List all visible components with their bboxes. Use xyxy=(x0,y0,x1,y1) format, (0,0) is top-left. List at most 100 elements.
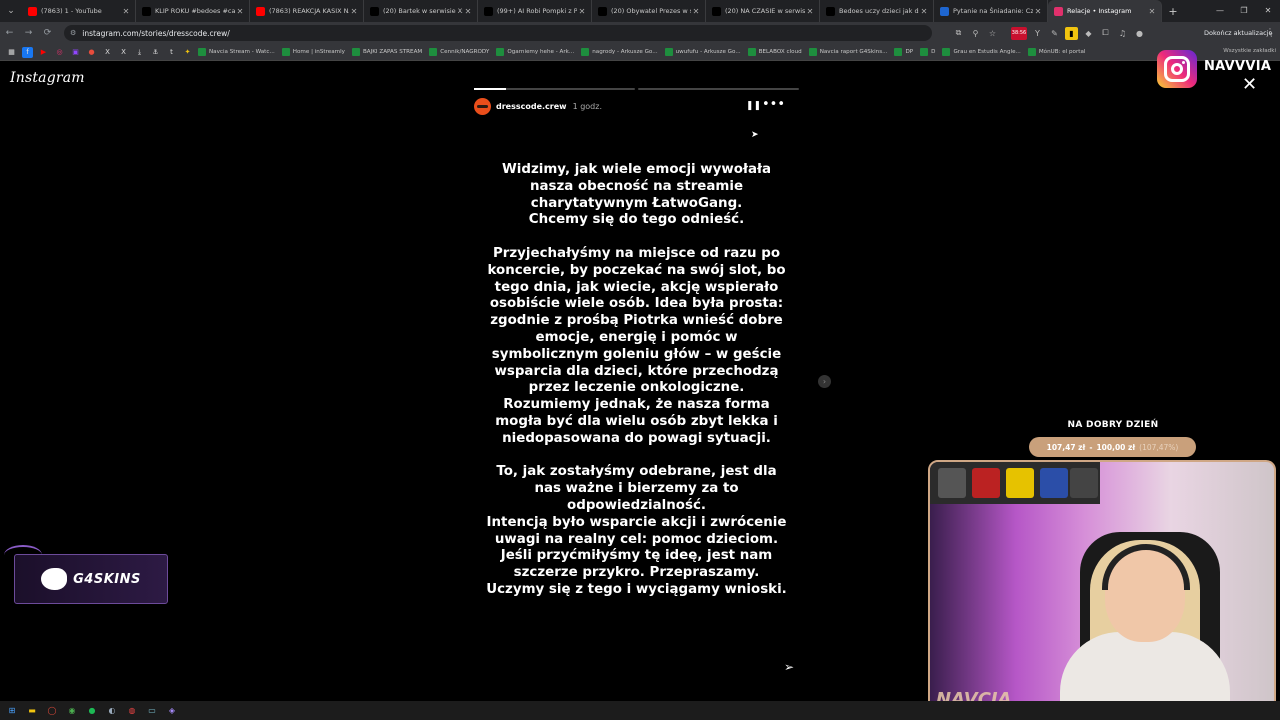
browser-menu-icon[interactable]: ⋮ xyxy=(1266,27,1274,36)
next-story-arrow-icon[interactable]: › xyxy=(818,375,831,388)
maximize-icon[interactable]: ❐ xyxy=(1232,0,1256,22)
browser-tab[interactable]: (99+) AI Robi Pompki z Piekar✕ xyxy=(478,0,592,22)
media-icon[interactable]: ♫ xyxy=(1116,27,1129,40)
app-icon[interactable]: ◈ xyxy=(166,705,178,717)
close-window-icon[interactable]: ✕ xyxy=(1256,0,1280,22)
browser-tab-bar: ⌄ (7863) 1 - YouTube ✕ KLIP ROKU #bedoes #… xyxy=(0,0,1280,22)
browser-tab[interactable]: (20) Obywatel Prezes w serwi✕ xyxy=(592,0,706,22)
tab-close-icon[interactable]: ✕ xyxy=(1033,7,1043,16)
bookmark-favicon-icon xyxy=(581,48,590,56)
browser-tab[interactable]: (7863) 1 - YouTube ✕ xyxy=(22,0,136,22)
steam-icon[interactable]: ◐ xyxy=(106,705,118,717)
bookmark-item[interactable]: Grau en Estudis Angle... xyxy=(942,48,1021,56)
tab-close-icon[interactable]: ✕ xyxy=(805,7,815,16)
bookmark-item[interactable]: Navcia Stream - Watc... xyxy=(198,48,275,56)
file-explorer-icon[interactable]: ▬ xyxy=(26,705,38,717)
bookmark-label: BELABOX cloud xyxy=(758,49,802,55)
browser-tab[interactable]: Bedoes uczy dzieci jak dział✕ xyxy=(820,0,934,22)
bookmark-favicon-icon xyxy=(942,48,951,56)
spotify-icon[interactable]: ● xyxy=(86,705,98,717)
bookmark-item[interactable]: Navcia raport G4Skins... xyxy=(808,48,887,56)
browser-tab[interactable]: Pytanie na Śniadanie: Czerwo✕ xyxy=(934,0,1048,22)
tab-close-icon[interactable]: ✕ xyxy=(691,7,701,16)
close-story-icon[interactable]: ✕ xyxy=(1242,74,1257,95)
tab-close-icon[interactable]: ✕ xyxy=(349,7,359,16)
back-icon[interactable]: ← xyxy=(0,28,19,38)
update-button[interactable]: Dokończ aktualizację xyxy=(1200,26,1276,40)
tab-label: (20) Obywatel Prezes w serwi xyxy=(611,7,691,15)
site-info-icon[interactable]: ⚙ xyxy=(70,29,76,37)
extension-yellow-icon[interactable]: ▮ xyxy=(1065,26,1078,40)
tiktok-icon xyxy=(484,6,493,16)
browser-tab[interactable]: KLIP ROKU #bedoes #cancel✕ xyxy=(136,0,250,22)
x-icon[interactable]: X xyxy=(118,47,129,58)
story-avatar[interactable] xyxy=(474,97,491,115)
bookmark-star-icon[interactable]: ☆ xyxy=(986,27,999,40)
all-bookmarks-link[interactable]: Wszystkie zakładki xyxy=(1223,48,1276,54)
instagram-logo[interactable]: Instagram xyxy=(10,70,85,86)
tab-close-icon[interactable]: ✕ xyxy=(121,7,131,16)
windows-start-icon[interactable]: ⊞ xyxy=(6,705,18,717)
tab-search-icon[interactable]: ⌄ xyxy=(0,0,22,22)
extension-diamond-icon[interactable]: ◆ xyxy=(1082,27,1095,40)
profile-avatar[interactable]: ● xyxy=(1133,27,1146,40)
bookmark-item[interactable]: MónUB: el portal xyxy=(1027,48,1085,56)
bookmark-item[interactable]: D xyxy=(920,48,935,56)
pause-icon[interactable]: ❚❚ xyxy=(746,101,761,111)
bookmark-item[interactable]: BELABOX cloud xyxy=(747,48,802,56)
browser-tab[interactable]: (20) NA CZASIE w serwisie X:✕ xyxy=(706,0,820,22)
bookmark-item[interactable]: DP xyxy=(894,48,913,56)
tab-close-icon[interactable]: ✕ xyxy=(463,7,473,16)
terminal-icon[interactable]: ▭ xyxy=(146,705,158,717)
red-bookmark-icon[interactable]: ● xyxy=(86,47,97,58)
url-input[interactable]: ⚙ instagram.com/stories/dresscode.crew/ xyxy=(64,25,932,41)
apps-grid-icon[interactable]: ▦ xyxy=(6,47,17,58)
tab-close-icon[interactable]: ✕ xyxy=(235,7,245,16)
x-icon[interactable]: X xyxy=(102,47,113,58)
more-options-icon[interactable]: ••• xyxy=(762,97,785,112)
bookmark-favicon-icon xyxy=(496,48,505,56)
lightbulb-icon[interactable]: ✦ xyxy=(182,47,193,58)
chrome-icon[interactable]: ◉ xyxy=(66,705,78,717)
minimize-icon[interactable]: — xyxy=(1208,0,1232,22)
tab-close-icon[interactable]: ✕ xyxy=(577,7,587,16)
obs-icon[interactable]: ◍ xyxy=(126,705,138,717)
browser-tab[interactable]: (20) Bartek w serwisie X: „ ✕ xyxy=(364,0,478,22)
new-tab-button[interactable]: + xyxy=(1162,5,1184,18)
tip-icon[interactable]: t xyxy=(166,47,177,58)
reload-icon[interactable]: ⟳ xyxy=(38,28,57,38)
address-icons: ⧉ ⚲ ☆ 38:56 Y ✎ ▮ ◆ ⧠ ♫ ● xyxy=(952,22,1146,44)
extensions-puzzle-icon[interactable]: ⧠ xyxy=(1099,27,1112,40)
extension-badge[interactable]: 38:56 xyxy=(1011,26,1027,40)
browser-tab[interactable]: Relacje • Instagram ✕ xyxy=(1048,0,1162,22)
story-username[interactable]: dresscode.crew xyxy=(496,102,567,111)
extension-pen-icon[interactable]: ✎ xyxy=(1048,27,1061,40)
bookmark-item[interactable]: nagrody - Arkusze Go... xyxy=(581,48,658,56)
anchor-icon[interactable]: ⚓ xyxy=(150,47,161,58)
instagram-icon[interactable]: ◎ xyxy=(54,47,65,58)
youtube-icon[interactable]: ▶ xyxy=(38,47,49,58)
tab-close-icon[interactable]: ✕ xyxy=(1147,7,1157,16)
facebook-icon[interactable]: f xyxy=(22,46,33,58)
extension-icon[interactable]: Y xyxy=(1031,27,1044,40)
story-viewer[interactable]: dresscode.crew 1 godz. ❚❚ ••• Widzimy, j… xyxy=(465,86,808,686)
bookmark-label: Ogarniemy hehe - Ark... xyxy=(507,49,575,55)
tab-close-icon[interactable]: ✕ xyxy=(919,7,929,16)
opera-icon[interactable]: ◯ xyxy=(46,705,58,717)
twitch-icon[interactable]: ▣ xyxy=(70,47,81,58)
send-icon[interactable]: ➢ xyxy=(784,660,794,674)
bookmark-favicon-icon xyxy=(351,48,360,56)
bookmark-item[interactable]: uwufufu - Arkusze Go... xyxy=(664,48,741,56)
youtube-icon xyxy=(256,6,265,16)
install-app-icon[interactable]: ⧉ xyxy=(952,27,965,40)
zoom-icon[interactable]: ⚲ xyxy=(969,27,982,40)
download-icon[interactable]: ⤓ xyxy=(134,47,145,58)
bookmark-item[interactable]: Home | inStreamly xyxy=(281,48,345,56)
bookmark-label: D xyxy=(931,49,936,55)
bookmark-item[interactable]: BAJKI ZAPAS STREAM xyxy=(351,48,422,56)
forward-icon[interactable]: → xyxy=(19,28,38,38)
browser-tab[interactable]: (7863) REAKCJA KASIX NA BE✕ xyxy=(250,0,364,22)
bookmark-item[interactable]: Cennik/NAGRODY xyxy=(429,48,489,56)
bookmark-item[interactable]: Ogarniemy hehe - Ark... xyxy=(496,48,574,56)
bookmarks-bar: ▦ f ▶ ◎ ▣ ● X X ⤓ ⚓ t ✦ Navcia Stream - … xyxy=(0,44,1280,61)
